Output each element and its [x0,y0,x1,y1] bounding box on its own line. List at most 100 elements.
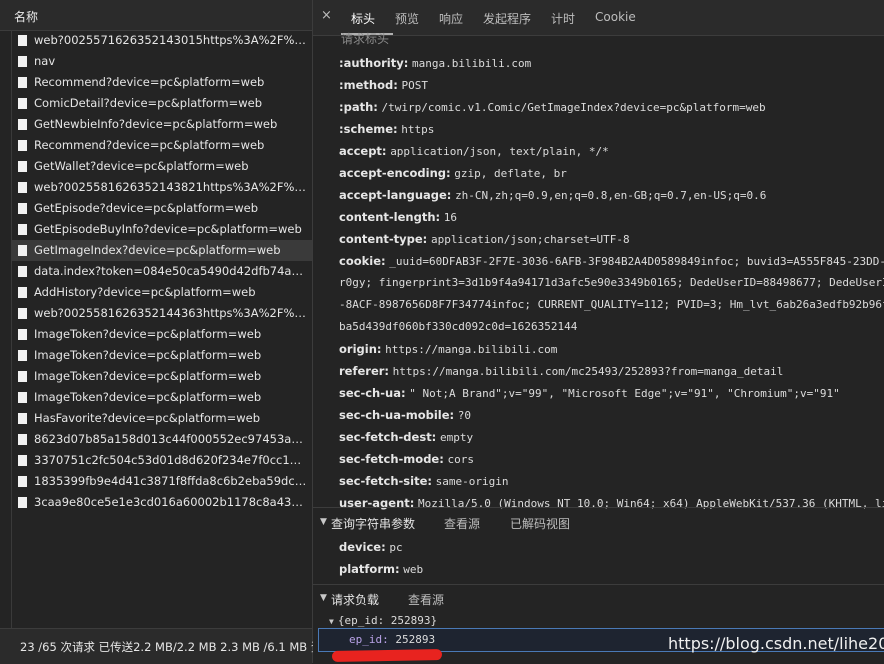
header-row: sec-fetch-mode: cors [339,452,474,466]
header-row: accept-encoding: gzip, deflate, br [339,166,567,180]
request-row[interactable]: web?0025581626352144363https%3A%2F%2Fma… [12,303,312,324]
document-icon [18,392,27,403]
request-row[interactable]: ImageToken?device=pc&platform=web [12,387,312,408]
request-name: ImageToken?device=pc&platform=web [34,327,262,341]
header-row: :authority: manga.bilibili.com [339,56,532,70]
close-icon[interactable]: × [321,9,333,23]
header-row: referer: https://manga.bilibili.com/mc25… [339,364,784,378]
header-row: accept-language: zh-CN,zh;q=0.9,en;q=0.8… [339,188,767,202]
header-row: content-type: application/json;charset=U… [339,232,630,246]
header-row: :path: /twirp/comic.v1.Comic/GetImageInd… [339,100,766,114]
request-row[interactable]: data.index?token=084e50ca5490d42dfb74a3b… [12,261,312,282]
request-row[interactable]: 3caa9e80ce5e1e3cd016a60002b1178c8a438cb2… [12,492,312,513]
payload-child-node[interactable]: ep_id: 252893 [349,633,435,646]
document-icon [18,308,27,319]
request-name: web?0025581626352144363https%3A%2F%2Fma… [34,306,308,320]
document-icon [18,287,27,298]
request-name: HasFavorite?device=pc&platform=web [34,411,261,425]
request-row[interactable]: ImageToken?device=pc&platform=web [12,324,312,345]
request-row[interactable]: 1835399fb9e4d41c3871f8ffda8c6b2eba59dcaa… [12,471,312,492]
header-row: :scheme: https [339,122,435,136]
request-name: web?0025571626352143015https%3A%2F%2Fma… [34,33,308,47]
request-row[interactable]: HasFavorite?device=pc&platform=web [12,408,312,429]
document-icon [18,56,27,67]
status-bar: 23 /65 次请求 已传送2.2 MB/2.2 MB 2.3 MB /6.1 … [0,628,322,664]
document-icon [18,434,27,445]
request-row[interactable]: nav [12,51,312,72]
document-icon [18,35,27,46]
request-row[interactable]: 8623d07b85a158d013c44f000552ec97453a634f… [12,429,312,450]
document-icon [18,329,27,340]
document-icon [18,455,27,466]
request-name: GetWallet?device=pc&platform=web [34,159,249,173]
expand-triangle-icon[interactable]: ▼ [329,617,334,626]
tab-response[interactable]: 响应 [439,10,463,27]
document-icon [18,203,27,214]
request-row[interactable]: ComicDetail?device=pc&platform=web [12,93,312,114]
tab-cookies[interactable]: Cookie [595,10,636,24]
query-view-source-link[interactable]: 查看源 [444,515,480,532]
request-row[interactable]: Recommend?device=pc&platform=web [12,135,312,156]
header-row: origin: https://manga.bilibili.com [339,342,558,356]
query-params-header[interactable]: ▼ 查询字符串参数 查看源 已解码视图 [313,512,884,534]
query-params-title[interactable]: 查询字符串参数 [331,515,415,532]
watermark-text: https://blog.csdn.net/lihe2007 [668,634,884,653]
request-row[interactable]: GetEpisodeBuyInfo?device=pc&platform=web [12,219,312,240]
document-icon [18,161,27,172]
request-row[interactable]: Recommend?device=pc&platform=web [12,72,312,93]
tab-initiator[interactable]: 发起程序 [483,10,531,27]
request-row[interactable]: 3370751c2fc504c53d01d8d620f234e7f0cc116b… [12,450,312,471]
request-name: ImageToken?device=pc&platform=web [34,390,262,404]
header-row: sec-fetch-site: same-origin [339,474,509,488]
document-icon [18,371,27,382]
request-row[interactable]: ImageToken?device=pc&platform=web [12,345,312,366]
request-row[interactable]: GetNewbieInfo?device=pc&platform=web [12,114,312,135]
request-name: 8623d07b85a158d013c44f000552ec97453a634f… [34,432,308,446]
request-row[interactable]: GetImageIndex?device=pc&platform=web [12,240,312,261]
request-name: GetEpisode?device=pc&platform=web [34,201,259,215]
request-name: Recommend?device=pc&platform=web [34,75,265,89]
tab-preview[interactable]: 预览 [395,10,419,27]
request-row[interactable]: ImageToken?device=pc&platform=web [12,366,312,387]
tab-headers[interactable]: 标头 [351,10,375,27]
request-list: web?0025571626352143015https%3A%2F%2Fma…… [12,30,312,513]
status-summary: 23 /65 次请求 已传送2.2 MB/2.2 MB 2.3 MB /6.1 … [20,640,323,654]
tab-timing[interactable]: 计时 [551,10,575,27]
header-row: :method: POST [339,78,428,92]
document-icon [18,182,27,193]
cookie-continuation-line: -8ACF-8987656D8F7F34774infoc; CURRENT_QU… [339,298,884,311]
request-name: 3370751c2fc504c53d01d8d620f234e7f0cc116b… [34,453,308,467]
header-row: cookie: _uuid=60DFAB3F-2F7E-3036-6AFB-3F… [339,254,884,268]
document-icon [18,77,27,88]
document-icon [18,476,27,487]
query-view-decoded-link[interactable]: 已解码视图 [510,515,570,532]
document-icon [18,98,27,109]
collapse-triangle-icon[interactable]: ▼ [320,517,327,527]
request-row[interactable]: GetEpisode?device=pc&platform=web [12,198,312,219]
name-column-header[interactable]: 名称 [0,0,312,31]
document-icon [18,140,27,151]
header-row: sec-ch-ua: " Not;A Brand";v="99", "Micro… [339,386,840,400]
request-row[interactable]: AddHistory?device=pc&platform=web [12,282,312,303]
request-name: AddHistory?device=pc&platform=web [34,285,256,299]
payload-view-source-link[interactable]: 查看源 [408,591,444,608]
payload-title[interactable]: 请求负载 [331,591,379,608]
request-name: web?0025581626352143821https%3A%2F%2Fma… [34,180,308,194]
request-row[interactable]: web?0025581626352143821https%3A%2F%2Fma… [12,177,312,198]
name-column-label: 名称 [14,10,39,24]
request-name: Recommend?device=pc&platform=web [34,138,265,152]
request-name: GetImageIndex?device=pc&platform=web [34,243,281,257]
cookie-continuation-line: ba5d439df060bf330cd092c0d=1626352144 [339,320,578,333]
request-name: ImageToken?device=pc&platform=web [34,348,262,362]
payload-root-node[interactable]: ▼ {ep_id: 252893} [329,614,437,627]
request-row[interactable]: GetWallet?device=pc&platform=web [12,156,312,177]
collapse-triangle-icon[interactable]: ▼ [320,593,327,603]
document-icon [18,350,27,361]
header-row: sec-fetch-dest: empty [339,430,474,444]
request-row[interactable]: web?0025571626352143015https%3A%2F%2Fma… [12,30,312,51]
request-headers-title[interactable]: 请求标头 [341,30,389,47]
payload-header[interactable]: ▼ 请求负载 查看源 [313,588,884,610]
request-name: GetEpisodeBuyInfo?device=pc&platform=web [34,222,302,236]
request-name: nav [34,54,56,68]
document-icon [18,266,27,277]
